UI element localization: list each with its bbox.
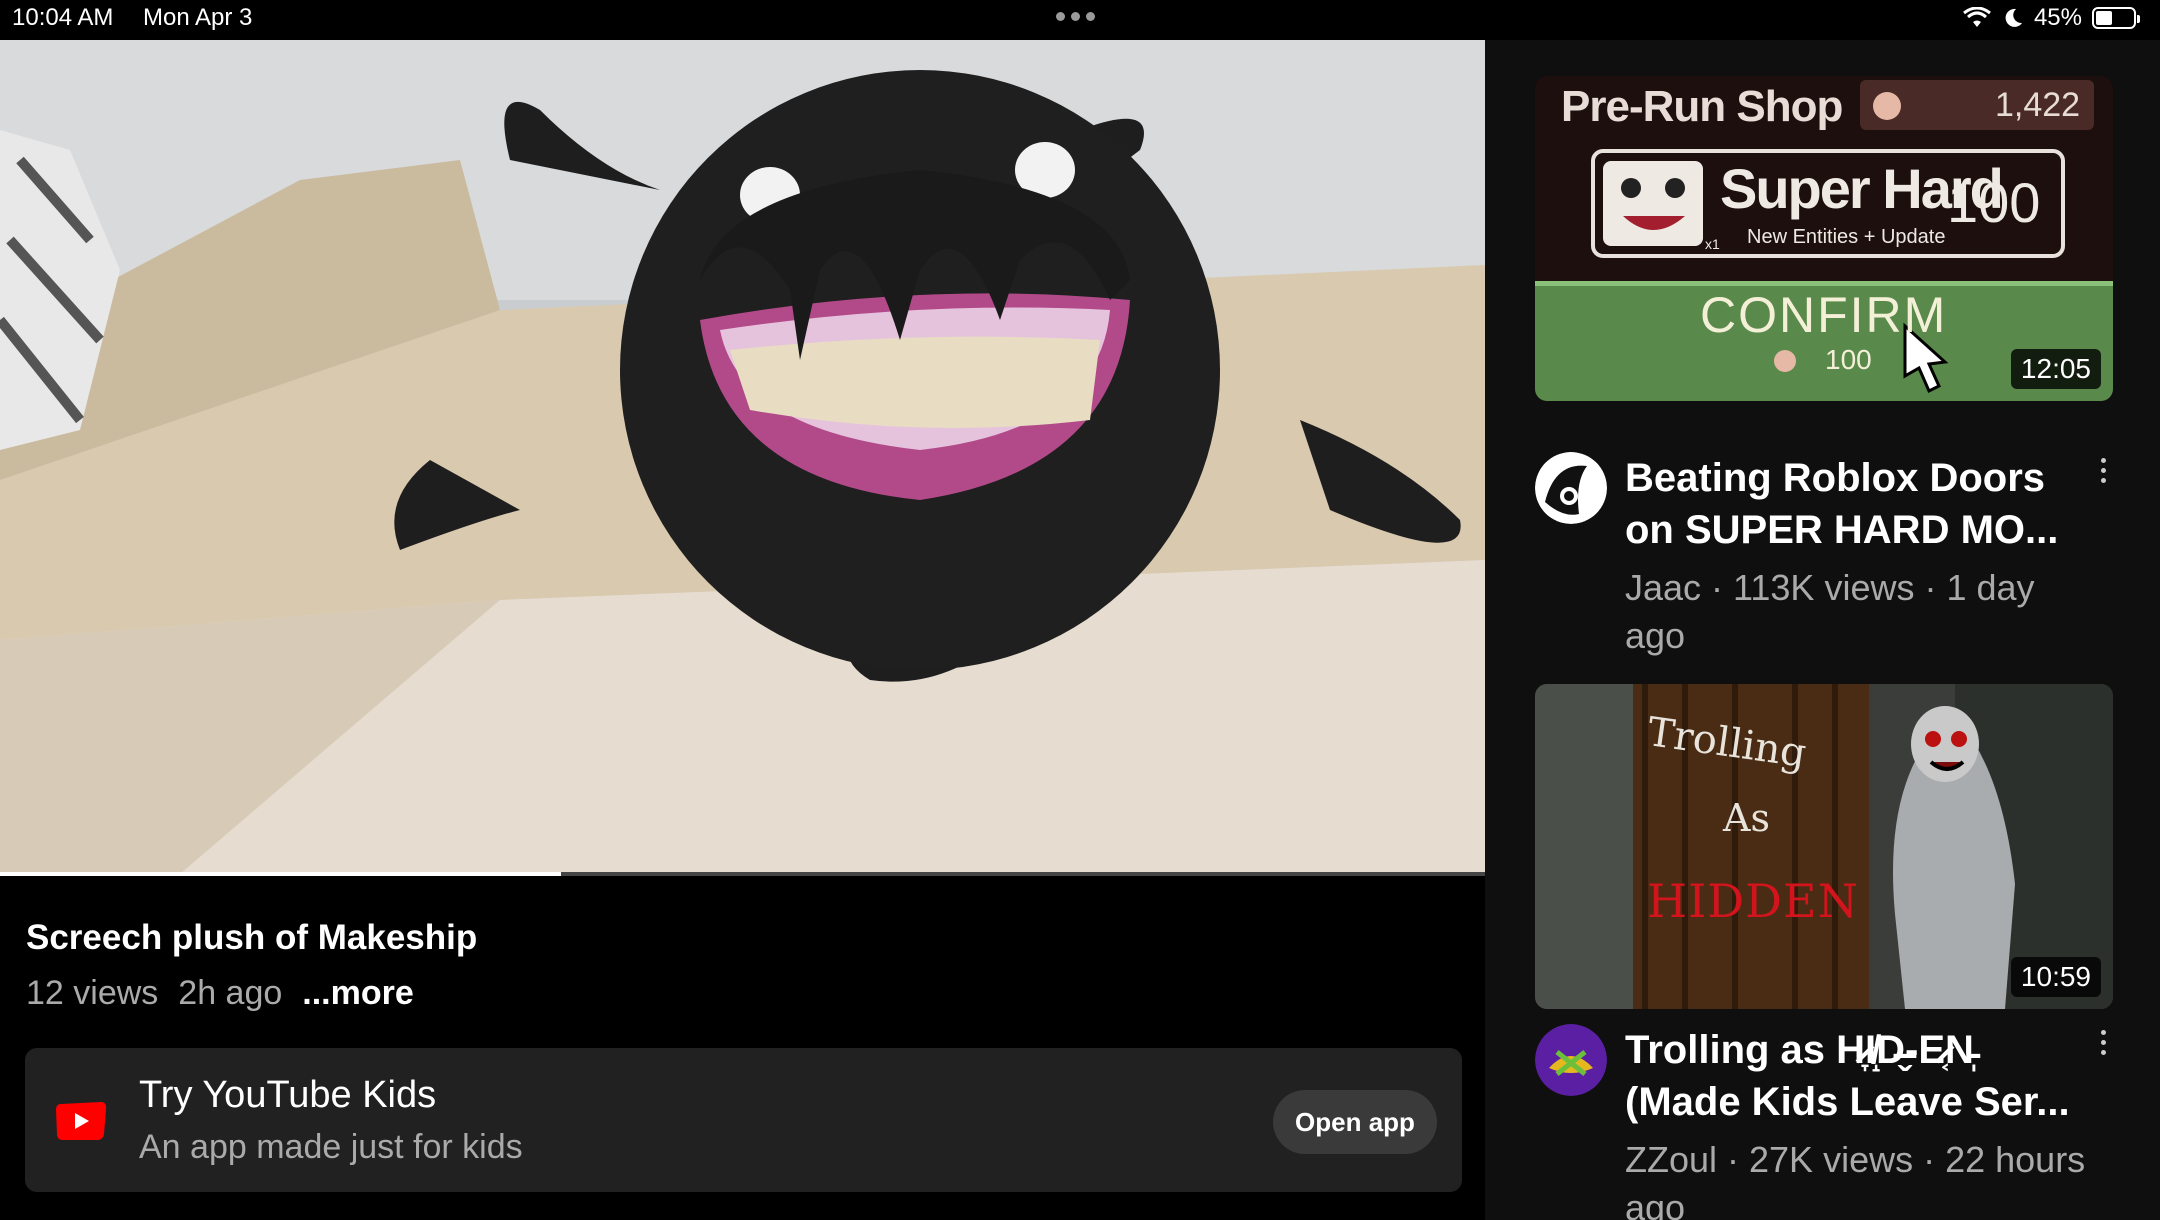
open-app-button[interactable]: Open app <box>1273 1090 1437 1154</box>
recommendation-title[interactable]: Trolling as H̷̞I̸̝D̶̬-E̷͔N̵̩ (Made Kids … <box>1625 1024 2095 1128</box>
recommendations-panel: Pre-Run Shop 1,422 Super Hard 100 x1 New… <box>1485 40 2160 1220</box>
video-player[interactable] <box>0 40 1485 874</box>
thumb-line3: HIDDEN <box>1647 874 1859 928</box>
status-time: 10:04 AM <box>12 4 114 31</box>
status-indicators: 45% <box>1962 4 2140 32</box>
thumb-mode-count: x1 <box>1705 236 1720 252</box>
moon-icon <box>2005 8 2022 27</box>
video-thumbnail[interactable]: Trolling As HIDDEN 10:59 <box>1535 684 2113 1009</box>
thumb-confirm-cost: 100 <box>1825 344 1872 375</box>
view-count: 12 views <box>26 974 159 1012</box>
thumb-line2: As <box>1723 796 1770 840</box>
recommendation-title[interactable]: Beating Roblox Doors on SUPER HARD MO... <box>1625 452 2095 556</box>
battery-icon <box>2092 7 2140 29</box>
wifi-icon <box>1963 7 1991 27</box>
thumb-mode-cost: 100 <box>1947 171 2041 234</box>
kids-banner-subtitle: An app made just for kids <box>139 1128 523 1166</box>
video-thumbnail[interactable]: Pre-Run Shop 1,422 Super Hard 100 x1 New… <box>1535 76 2113 401</box>
recommendation-meta: Jaac · 113K views · 1 day ago <box>1625 567 2035 656</box>
video-duration: 10:59 <box>2010 957 2101 997</box>
more-button[interactable]: ...more <box>302 974 413 1013</box>
status-bar: 10:04 AM Mon Apr 3 45% <box>0 0 2160 40</box>
battery-level <box>2096 11 2113 25</box>
recommendation-card[interactable]: Trolling As HIDDEN 10:59 Trolling as H̷̞… <box>1535 684 2113 1220</box>
kids-banner-title: Try YouTube Kids <box>139 1074 437 1116</box>
video-frame <box>0 40 1485 874</box>
video-meta: 12 views 2h ago ...more <box>26 974 414 1013</box>
upload-age: 2h ago <box>178 974 283 1012</box>
channel-avatar[interactable] <box>1535 1024 1607 1096</box>
video-progress-bar[interactable] <box>0 872 1485 876</box>
video-progress-fill <box>0 872 562 876</box>
youtube-kids-logo-icon <box>56 1102 107 1140</box>
recommendation-meta: ZZoul · 27K views · 22 hours ago <box>1625 1139 2086 1220</box>
channel-avatar[interactable] <box>1535 452 1607 524</box>
thumb-shop-title: Pre-Run Shop <box>1561 82 1843 131</box>
youtube-kids-banner[interactable]: Try YouTube Kids An app made just for ki… <box>25 1048 1462 1192</box>
more-options-icon[interactable] <box>2093 450 2113 490</box>
battery-percent: 45% <box>2033 4 2082 31</box>
thumb-confirm: CONFIRM <box>1700 287 1948 343</box>
multitasking-dots-icon[interactable] <box>1056 8 1104 28</box>
status-date: Mon Apr 3 <box>143 4 253 31</box>
recommendation-card[interactable]: Pre-Run Shop 1,422 Super Hard 100 x1 New… <box>1535 76 2113 656</box>
video-title: Screech plush of Makeship <box>26 918 478 957</box>
thumb-mode-sub: New Entities + Update <box>1747 226 1946 248</box>
thumb-coins: 1,422 <box>1995 86 2081 124</box>
more-options-icon[interactable] <box>2093 1022 2113 1062</box>
video-duration: 12:05 <box>2010 349 2101 389</box>
